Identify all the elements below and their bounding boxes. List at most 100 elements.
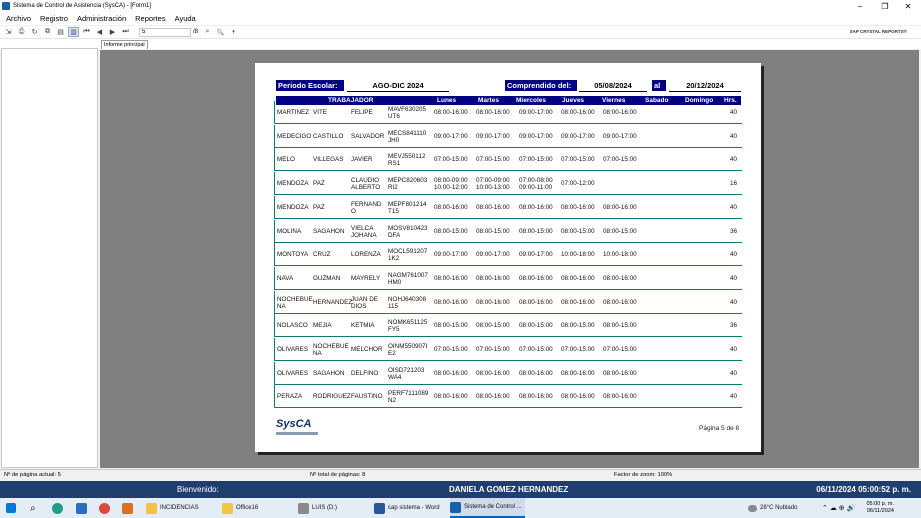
taskbar-item-label: LUIS (D:) [312, 505, 338, 511]
group-tree-panel[interactable] [1, 48, 98, 468]
restore-icon[interactable]: ❐ [874, 0, 896, 12]
user-bar: Bienvenido: DANIELA GOMEZ HERNANDEZ 06/1… [0, 481, 921, 498]
cell-lunes: 08:00-16:00 [434, 274, 468, 282]
search-icon[interactable]: ⌕ [30, 498, 36, 518]
menu-administracion[interactable]: Administración [77, 14, 126, 23]
cell-lunes: 09:00-17:00 [434, 251, 468, 259]
tab-informe-principal[interactable]: Informe principal [101, 40, 148, 49]
toggle-panel-icon[interactable]: ▥ [68, 27, 79, 37]
cell-viernes: 08:00-16:00 [603, 393, 637, 401]
last-page-icon[interactable]: ⏭ [120, 27, 131, 37]
close-icon[interactable]: ✕ [897, 0, 919, 12]
zoom-dropdown-icon[interactable]: ▾ [228, 27, 239, 37]
table-row: MENDOZA PAZ CLAUDIO ALBERTO MEPC820603 RI2 0… [274, 172, 742, 196]
copy-icon[interactable]: ⧉ [42, 27, 53, 37]
cell-viernes: 08:00-15:00 [603, 227, 637, 235]
start-icon[interactable] [6, 498, 19, 518]
cell-viernes: 08:00-16:00 [603, 298, 637, 306]
zoom-icon[interactable]: 🔍 [215, 27, 226, 37]
status-zoom: Factor de zoom: 100% [614, 472, 673, 478]
cell-jueves: 08:00-16:00 [561, 109, 595, 116]
menu-archivo[interactable]: Archivo [6, 14, 31, 23]
taskbar-item[interactable]: LUIS (D:) [298, 498, 368, 518]
cell-rfc: MOCL591207 1K2 [388, 248, 428, 263]
cell-apellido-materno: CRUZ [313, 251, 331, 259]
cell-lunes: 08:00-16:00 [434, 203, 468, 211]
cell-apellido-materno: MEJIA [313, 322, 332, 330]
cell-apellido-paterno: PERAZA [277, 393, 303, 401]
page-number-input[interactable] [139, 27, 191, 37]
table-row: PERAZA RODRIGUEZ FAUSTINO PERF7111089 N2 08:… [274, 385, 742, 409]
cell-jueves: 08:00-16:00 [561, 298, 595, 306]
cell-rfc: OISD721203 WA4 [388, 366, 425, 381]
cell-miercoles: 08:00-16:00 [519, 298, 553, 306]
group-tree-icon[interactable]: ▤ [55, 27, 66, 37]
mail-icon[interactable] [76, 498, 90, 518]
weather-widget[interactable]: 28°C Nublado [748, 498, 797, 518]
chrome-icon[interactable] [99, 498, 113, 518]
cell-martes: 08:00-16:00 [476, 298, 510, 306]
cell-apellido-materno: GUZMAN [313, 274, 341, 282]
table-row: MENDOZA PAZ FERNAND O MEPF801214 T15 08:00-1… [274, 195, 742, 219]
cell-apellido-paterno: MONTOYA [277, 251, 309, 259]
next-page-icon[interactable]: ▶ [107, 27, 118, 37]
cell-hrs: 40 [730, 109, 738, 116]
menu-ayuda[interactable]: Ayuda [175, 14, 196, 23]
logo-underline [276, 432, 318, 435]
cell-viernes: 07:00-15:00 [603, 346, 637, 353]
refresh-icon[interactable]: ↻ [29, 27, 40, 37]
cell-apellido-materno: PAZ [313, 203, 325, 211]
periodo-label: Periodo Escolar: [276, 80, 344, 91]
export-icon[interactable]: ⇲ [3, 27, 14, 37]
cell-miercoles: 09:00-17:00 [519, 132, 553, 140]
cell-nombre: CLAUDIO ALBERTO [351, 177, 381, 192]
cell-rfc: MEPC820603 RI2 [388, 177, 428, 192]
table-row: OLIVARES SAGAHON DELFINO OISD721203 WA4 08:0… [274, 361, 742, 385]
taskbar-item[interactable]: Office16 [222, 498, 292, 518]
cell-viernes: 07:00-15:00 [603, 156, 637, 164]
minimize-icon[interactable]: – [849, 0, 871, 12]
first-page-icon[interactable]: ⏮ [81, 27, 92, 37]
cell-viernes: 08:00-16:00 [603, 109, 637, 116]
taskbar-item[interactable]: cap sistema - Word [374, 498, 444, 518]
cell-nombre: JAVIER [351, 156, 373, 164]
weather-text: 28°C Nublado [760, 505, 798, 511]
cell-jueves: 10:00-18:00 [561, 251, 595, 259]
report-toolbar: ⇲ ⎙ ↻ ⧉ ▤ ▥ ⏮ ◀ ▶ ⏭ /8 ⌕ 🔍 ▾ [0, 26, 921, 39]
cell-apellido-materno: CASTILLO [313, 132, 344, 140]
prev-page-icon[interactable]: ◀ [94, 27, 105, 37]
cell-miercoles: 08:00-16:00 [519, 369, 553, 377]
cell-jueves: 07:00-15:00 [561, 346, 595, 353]
app-pinned-icon[interactable] [122, 498, 136, 518]
taskbar-item-icon [374, 502, 385, 514]
cell-miercoles: 07:00-08:00 09:00-11:00 [519, 177, 553, 192]
cell-rfc: PERF7111089 N2 [388, 390, 429, 405]
report-viewer[interactable]: Periodo Escolar: AGO-DIC 2024 Comprendid… [100, 50, 919, 468]
zoom-glyph: 🔍 [216, 29, 225, 36]
cell-lunes: 08:00-16:00 [434, 109, 468, 116]
table-row: MELO VILLEGAS JAVIER MEVJ550112 RS1 07:00-15… [274, 148, 742, 172]
find-icon[interactable]: ⌕ [202, 27, 213, 37]
cell-martes: 08:00-16:00 [476, 274, 510, 282]
edge-icon[interactable] [52, 498, 66, 518]
status-bar: Nº de página actual: 5 Nº total de págin… [0, 469, 921, 480]
tray-icons[interactable]: ⌃ ☁ ⊕ 🔊 [822, 498, 855, 518]
cell-miercoles: 08:00-16:00 [519, 393, 553, 401]
cell-martes: 07:00-15:00 [476, 346, 510, 353]
taskbar-item[interactable]: Sistema de Control ... [450, 498, 525, 518]
cell-lunes: 08:00-15:00 [434, 227, 468, 235]
cell-hrs: 36 [730, 227, 738, 235]
menu-registro[interactable]: Registro [40, 14, 68, 23]
cell-jueves: 08:00-16:00 [561, 393, 595, 401]
cell-hrs: 40 [730, 251, 738, 259]
cell-nombre: MELCHOR [351, 346, 383, 353]
taskbar-item[interactable]: INCIDENCIAS [146, 498, 216, 518]
cell-rfc: NOMK651125 FY5 [388, 319, 428, 334]
al-label: al [652, 80, 666, 91]
taskbar-item-label: Sistema de Control ... [464, 504, 522, 510]
table-row: NOLASCO MEJIA KETMIA NOMK651125 FY5 08:00-15… [274, 314, 742, 338]
cell-rfc: MOSV810423 DFA [388, 224, 428, 239]
print-icon[interactable]: ⎙ [16, 27, 27, 37]
menu-reportes[interactable]: Reportes [135, 14, 165, 23]
taskbar-clock[interactable]: 05:00 p. m. 06/11/2024 [866, 501, 894, 515]
